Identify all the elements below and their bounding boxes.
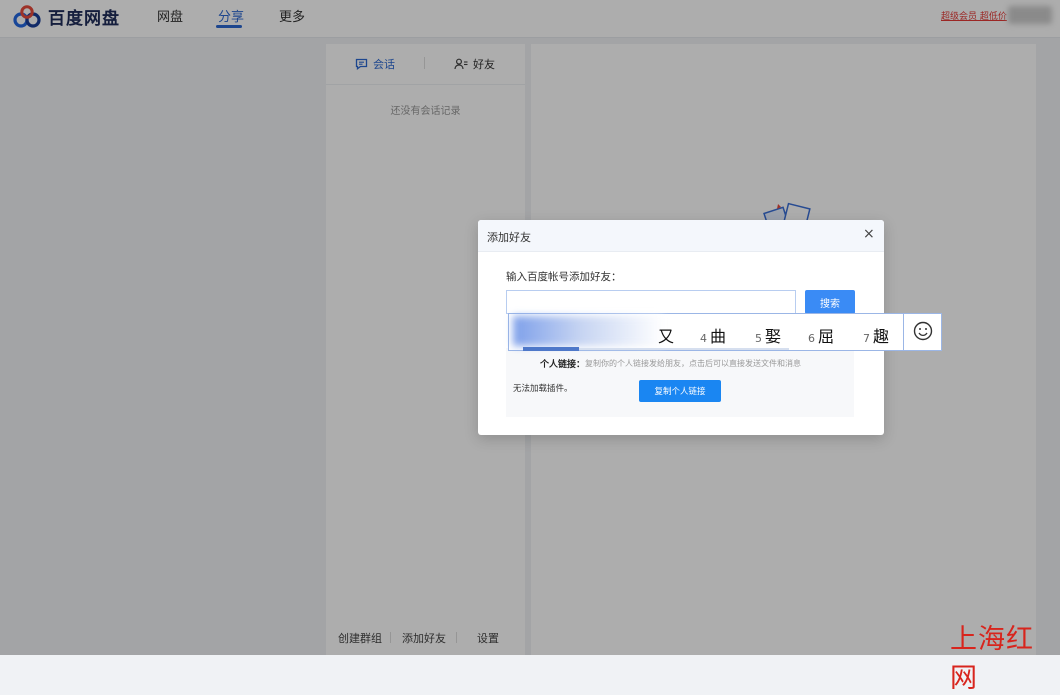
ime-candidate-char: 趣 xyxy=(873,327,890,346)
ime-candidate-number: 5 xyxy=(755,332,762,345)
ime-candidate-char: 又 xyxy=(658,327,675,346)
ime-composition-blurred xyxy=(513,316,663,346)
ime-candidate-char: 娶 xyxy=(765,327,782,346)
ime-candidate[interactable]: 7 趣 xyxy=(863,323,889,347)
search-button[interactable]: 搜索 xyxy=(805,290,855,314)
ime-progress-bar xyxy=(523,347,579,351)
ime-candidate[interactable]: 6 屈 xyxy=(808,323,834,347)
ime-candidate-char: 屈 xyxy=(818,327,835,346)
ime-candidate-char: 曲 xyxy=(710,327,727,346)
dialog-header: 添加好友 × xyxy=(478,220,884,252)
ime-candidate-number: 7 xyxy=(863,332,870,345)
dialog-title: 添加好友 xyxy=(487,231,531,244)
watermark: 上海红网 xyxy=(950,624,1034,694)
ime-progress-track xyxy=(579,348,789,350)
copy-personal-link-button[interactable]: 复制个人链接 xyxy=(639,380,721,402)
personal-link-label: 个人链接： xyxy=(540,360,586,370)
smiley-icon xyxy=(913,321,933,341)
account-input[interactable] xyxy=(506,290,796,314)
ime-candidate[interactable]: 4 曲 xyxy=(700,323,726,347)
ime-emoji-button[interactable] xyxy=(911,319,935,347)
ime-candidate[interactable]: 又 xyxy=(655,323,674,347)
ime-candidate-number: 6 xyxy=(808,332,815,345)
ime-candidate[interactable]: 5 娶 xyxy=(755,323,781,347)
plugin-load-note: 无法加载插件。 xyxy=(513,384,573,394)
ime-separator xyxy=(903,314,904,350)
personal-link-description: 复制你的个人链接发给朋友，点击后可以直接发送文件和消息 xyxy=(585,359,801,368)
account-input-label: 输入百度帐号添加好友： xyxy=(506,271,622,283)
ime-candidate-number: 4 xyxy=(700,332,707,345)
close-icon[interactable]: × xyxy=(863,227,875,241)
ime-candidate-bar: 又 4 曲 5 娶 6 屈 7 趣 xyxy=(508,313,942,351)
